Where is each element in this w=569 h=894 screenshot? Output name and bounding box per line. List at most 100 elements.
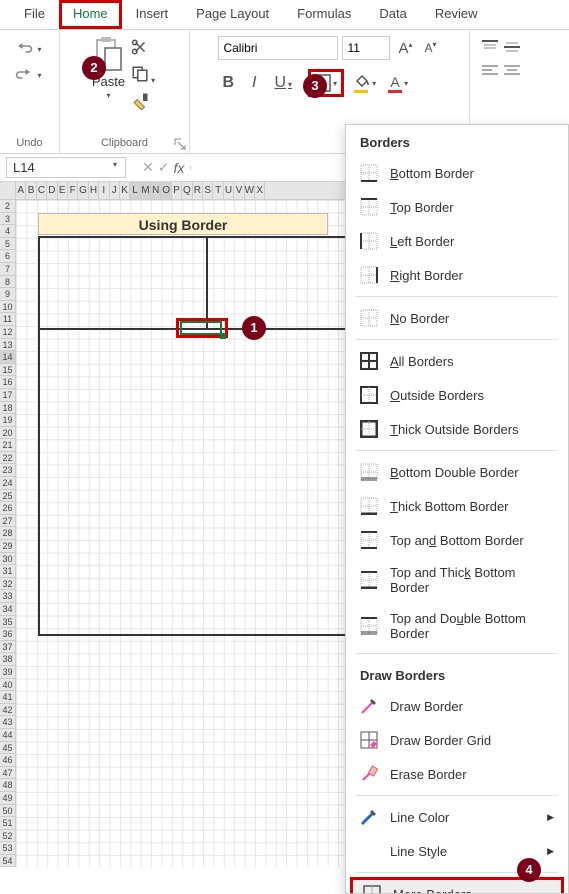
row-header[interactable]: 29	[0, 540, 16, 553]
row-header[interactable]: 17	[0, 389, 16, 402]
col-header[interactable]: F	[68, 182, 78, 199]
dialog-launcher-icon[interactable]	[173, 137, 187, 151]
col-header[interactable]: X	[255, 182, 265, 199]
row-header[interactable]: 22	[0, 452, 16, 465]
row-header[interactable]: 5	[0, 238, 16, 251]
col-header[interactable]: K	[120, 182, 130, 199]
col-header[interactable]: P	[172, 182, 182, 199]
border-option[interactable]: Thick Outside Borders	[346, 412, 568, 446]
align-left-icon[interactable]	[482, 64, 498, 78]
row-header[interactable]: 45	[0, 742, 16, 755]
col-header[interactable]: J	[110, 182, 120, 199]
cut-button[interactable]	[131, 38, 157, 59]
border-option[interactable]: Right Border	[346, 258, 568, 292]
col-header[interactable]: O	[161, 182, 171, 199]
fx-icon[interactable]: fx	[173, 160, 184, 176]
row-header[interactable]: 16	[0, 376, 16, 389]
bold-button[interactable]: B	[218, 72, 238, 94]
col-header[interactable]: T	[213, 182, 223, 199]
row-header[interactable]: 52	[0, 830, 16, 843]
row-header[interactable]: 42	[0, 704, 16, 717]
row-header[interactable]: 46	[0, 754, 16, 767]
copy-button[interactable]: ▾	[131, 65, 157, 86]
row-header[interactable]: 37	[0, 641, 16, 654]
cancel-icon[interactable]: ✕	[142, 159, 154, 176]
row-header[interactable]: 28	[0, 527, 16, 540]
col-header[interactable]: G	[78, 182, 88, 199]
draw-border-option[interactable]: Erase Border	[346, 757, 568, 791]
draw-border-option[interactable]: Line Color▶	[346, 800, 568, 834]
row-header[interactable]: 31	[0, 565, 16, 578]
row-header[interactable]: 4	[0, 225, 16, 238]
row-header[interactable]: 40	[0, 679, 16, 692]
row-header[interactable]: 43	[0, 716, 16, 729]
border-option[interactable]: No Border	[346, 301, 568, 335]
col-header[interactable]: M	[141, 182, 151, 199]
row-header[interactable]: 6	[0, 250, 16, 263]
col-header[interactable]: N	[151, 182, 161, 199]
active-cell[interactable]	[180, 321, 222, 335]
row-header[interactable]: 9	[0, 288, 16, 301]
col-header[interactable]: U	[224, 182, 234, 199]
row-header[interactable]: 19	[0, 414, 16, 427]
fill-color-button[interactable]: ▾	[354, 73, 378, 93]
align-top-icon[interactable]	[482, 40, 498, 54]
col-header[interactable]: A	[16, 182, 26, 199]
font-name-select[interactable]	[218, 36, 338, 60]
align-middle-icon[interactable]	[504, 40, 520, 54]
col-header[interactable]: C	[37, 182, 47, 199]
col-header[interactable]: L	[130, 182, 140, 199]
row-header[interactable]: 13	[0, 339, 16, 352]
row-header[interactable]: 41	[0, 691, 16, 704]
border-option[interactable]: Top and Thick Bottom Border	[346, 557, 568, 603]
row-header[interactable]: 49	[0, 792, 16, 805]
grow-font-button[interactable]: A▴	[394, 36, 416, 61]
row-header[interactable]: 48	[0, 779, 16, 792]
row-header[interactable]: 34	[0, 603, 16, 616]
row-header[interactable]: 14	[0, 351, 16, 364]
align-center-icon[interactable]	[504, 64, 520, 78]
border-option[interactable]: Outside Borders	[346, 378, 568, 412]
undo-button[interactable]: ▾	[15, 40, 43, 58]
row-header[interactable]: 7	[0, 263, 16, 276]
row-header[interactable]: 33	[0, 590, 16, 603]
tab-insert[interactable]: Insert	[122, 0, 183, 29]
col-header[interactable]: S	[203, 182, 213, 199]
tab-data[interactable]: Data	[365, 0, 420, 29]
tab-pagelayout[interactable]: Page Layout	[182, 0, 283, 29]
draw-border-option[interactable]: Draw Border	[346, 689, 568, 723]
row-header[interactable]: 23	[0, 464, 16, 477]
redo-button[interactable]: ▾	[15, 66, 43, 84]
col-header[interactable]: R	[193, 182, 203, 199]
border-option[interactable]: Bottom Border	[346, 156, 568, 190]
col-header[interactable]: I	[99, 182, 109, 199]
row-header[interactable]: 12	[0, 326, 16, 339]
col-header[interactable]: H	[89, 182, 99, 199]
col-header[interactable]: Q	[182, 182, 192, 199]
row-header[interactable]: 24	[0, 477, 16, 490]
fill-handle[interactable]	[220, 333, 226, 339]
row-header[interactable]: 2	[0, 200, 16, 213]
tab-formulas[interactable]: Formulas	[283, 0, 365, 29]
row-header[interactable]: 27	[0, 515, 16, 528]
col-header[interactable]: W	[245, 182, 255, 199]
row-header[interactable]: 21	[0, 439, 16, 452]
row-header[interactable]: 20	[0, 427, 16, 440]
row-header[interactable]: 30	[0, 553, 16, 566]
row-header[interactable]: 8	[0, 276, 16, 289]
row-header[interactable]: 32	[0, 578, 16, 591]
tab-file[interactable]: File	[10, 0, 59, 29]
tab-home[interactable]: Home	[59, 0, 122, 29]
row-header[interactable]: 36	[0, 628, 16, 641]
row-header[interactable]: 10	[0, 301, 16, 314]
row-header[interactable]: 35	[0, 616, 16, 629]
row-header[interactable]: 51	[0, 817, 16, 830]
enter-icon[interactable]: ✓	[158, 159, 170, 176]
row-header[interactable]: 3	[0, 213, 16, 226]
border-option[interactable]: Top Border	[346, 190, 568, 224]
format-painter-button[interactable]	[131, 92, 157, 113]
row-header[interactable]: 18	[0, 402, 16, 415]
row-header[interactable]: 26	[0, 502, 16, 515]
col-header[interactable]: B	[26, 182, 36, 199]
col-header[interactable]: D	[47, 182, 57, 199]
